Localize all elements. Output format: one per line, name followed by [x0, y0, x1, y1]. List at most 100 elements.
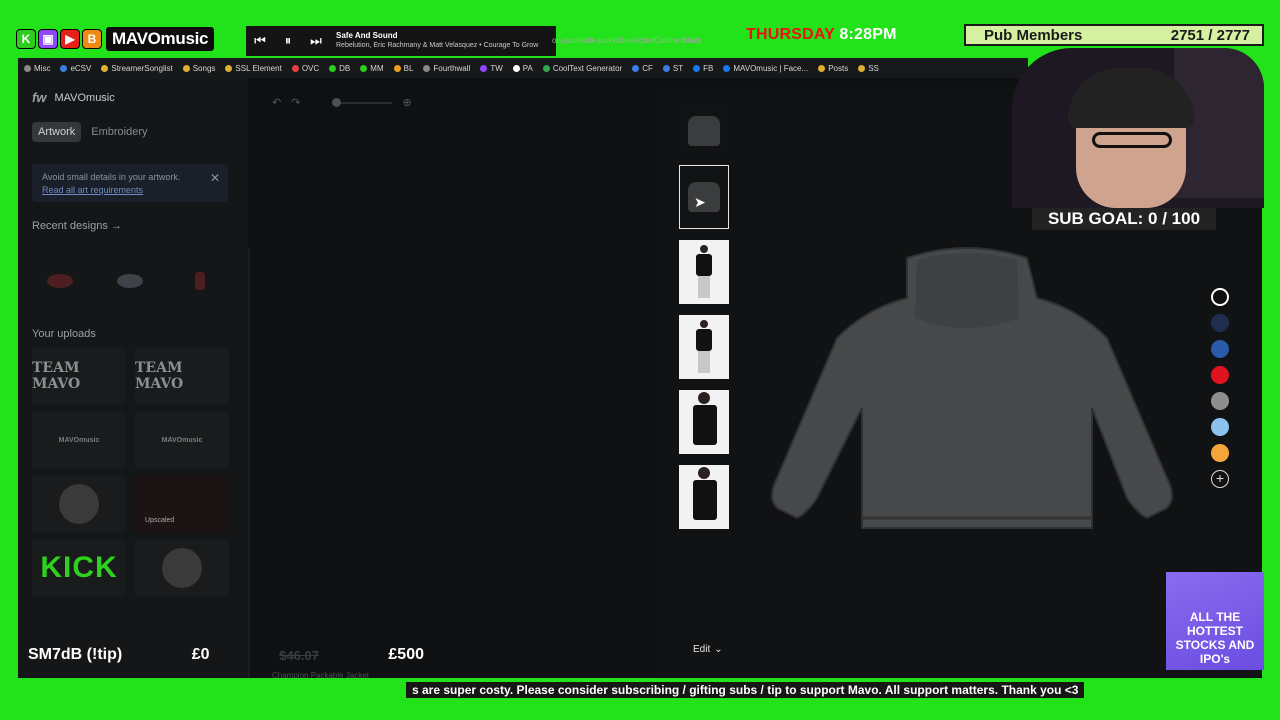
- uploads-grid: TEAM MAVO TEAM MAVO MAVOmusic MAVOmusic Upsc…: [32, 348, 232, 596]
- bookmark-favicon-icon: [818, 64, 826, 72]
- bookmark-item[interactable]: MAVOmusic | Face...: [723, 64, 808, 73]
- upload-item[interactable]: [135, 540, 229, 596]
- upscaled-badge: Upscaled: [145, 517, 175, 524]
- webcam-feed: [1012, 48, 1264, 208]
- upload-item[interactable]: [32, 476, 126, 532]
- bookmark-item[interactable]: StreamerSonglist: [101, 63, 173, 73]
- previous-track-icon[interactable]: ⏮: [246, 33, 274, 49]
- kick-icon: K: [16, 29, 36, 49]
- your-uploads-title: Your uploads: [32, 328, 96, 340]
- bookmark-favicon-icon: [858, 64, 866, 72]
- upload-item[interactable]: MAVOmusic: [32, 412, 126, 468]
- bookmark-label: StreamerSonglist: [111, 63, 173, 73]
- pub-members-counter: Pub Members 2751 / 2777: [964, 24, 1264, 46]
- song-title: Safe And Sound: [336, 31, 398, 40]
- edit-dropdown[interactable]: Edit ⌄: [693, 644, 723, 655]
- design-sidebar: fw MAVOmusic Artwork Embroidery Avoid sm…: [18, 78, 248, 690]
- thumbnail-back[interactable]: ➤: [679, 165, 729, 229]
- zoom-slider-knob[interactable]: [332, 97, 342, 107]
- bookmark-item[interactable]: Posts: [818, 64, 848, 73]
- jacket-back-preview: [771, 247, 1173, 529]
- thumbnail-front[interactable]: [679, 108, 729, 154]
- bookmark-favicon-icon: [360, 64, 368, 72]
- recent-design-thumb[interactable]: [172, 264, 228, 298]
- recent-designs-link[interactable]: Recent designs →: [32, 220, 122, 232]
- recent-design-thumb[interactable]: [32, 264, 88, 298]
- upload-label: KICK: [40, 551, 118, 584]
- bookmark-item[interactable]: PA: [512, 64, 533, 73]
- ticker-text: s are super costy. Please consider subsc…: [406, 682, 1085, 698]
- bookmark-item[interactable]: SS: [858, 64, 879, 73]
- bookmark-label: Songs: [192, 63, 216, 73]
- bookmark-item[interactable]: Misc: [24, 64, 50, 73]
- undo-icon[interactable]: ↶: [272, 96, 281, 109]
- bookmark-favicon-icon: [101, 64, 109, 72]
- tab-embroidery[interactable]: Embroidery: [85, 122, 153, 142]
- bookmark-label: Fourthwall: [433, 63, 471, 73]
- bookmark-item[interactable]: FB: [693, 64, 713, 73]
- bookmark-favicon-icon: [693, 64, 701, 72]
- zoom-in-icon[interactable]: ⊕: [402, 96, 411, 109]
- panel-divider: [248, 248, 250, 688]
- product-price: $46.07: [279, 647, 319, 663]
- pause-icon[interactable]: ⏸: [274, 33, 302, 49]
- stream-clock: THURSDAY 8:28PM: [746, 26, 897, 44]
- app-name: MAVOmusic: [54, 91, 115, 104]
- upload-item[interactable]: TEAM MAVO: [135, 348, 229, 404]
- thumbnail-model-front[interactable]: [679, 240, 729, 304]
- bookmark-item[interactable]: MM: [360, 64, 384, 73]
- bookmark-favicon-icon: [393, 64, 401, 72]
- chevron-down-icon: ⌄: [714, 644, 723, 655]
- tip-label: SM7dB (!tip): [28, 646, 123, 663]
- bookmark-label: ST: [672, 63, 684, 73]
- recent-designs: [32, 264, 228, 298]
- bookmark-item[interactable]: SSL Element: [225, 64, 282, 73]
- color-swatch-royal[interactable]: [1211, 340, 1229, 358]
- bookmark-favicon-icon: [329, 64, 337, 72]
- upload-item[interactable]: KICK: [32, 540, 126, 596]
- thumbnail-model-side[interactable]: [679, 315, 729, 379]
- bookmark-item[interactable]: CF: [632, 64, 653, 73]
- tip-current: £0: [191, 646, 210, 663]
- art-requirements-link[interactable]: Read all art requirements: [42, 185, 218, 195]
- fourthwall-logo: fw: [32, 90, 47, 105]
- upload-item[interactable]: MAVOmusic: [135, 412, 229, 468]
- clock-time: 8:28PM: [839, 26, 897, 43]
- notice-text: Avoid small details in your artwork.: [42, 172, 181, 182]
- color-swatch-grey[interactable]: [1211, 392, 1229, 410]
- zoom-slider[interactable]: [332, 97, 393, 107]
- recent-design-thumb[interactable]: [102, 264, 158, 298]
- color-swatch-red[interactable]: [1211, 366, 1229, 384]
- thumbnail-model-back[interactable]: [679, 465, 729, 529]
- bookmark-item[interactable]: CoolText Generator: [542, 64, 622, 73]
- bookmark-item[interactable]: Songs: [182, 63, 216, 73]
- pub-members-count: 2751 / 2777: [1170, 26, 1250, 44]
- bookmark-favicon-icon: [225, 64, 233, 72]
- add-color-icon[interactable]: +: [1211, 470, 1229, 488]
- upload-item[interactable]: TEAM MAVO: [32, 348, 126, 404]
- upload-item[interactable]: Upscaled: [135, 476, 229, 532]
- bookmark-item[interactable]: ST: [662, 63, 684, 73]
- bookmark-item[interactable]: DB: [329, 64, 350, 73]
- bookmark-item[interactable]: OVC: [291, 64, 319, 73]
- tab-artwork[interactable]: Artwork: [32, 122, 82, 142]
- bookmark-item[interactable]: TW: [480, 64, 503, 73]
- thumbnail-model-closeup[interactable]: [679, 390, 729, 454]
- color-swatch-light-blue[interactable]: [1211, 418, 1229, 436]
- color-swatches: +: [1208, 288, 1232, 496]
- color-swatch-black[interactable]: [1211, 288, 1229, 306]
- bookmark-item[interactable]: Fourthwall: [423, 64, 470, 73]
- arrow-right-icon: →: [110, 220, 122, 232]
- close-icon[interactable]: ✕: [210, 171, 220, 185]
- bookmark-item[interactable]: eCSV: [60, 64, 91, 73]
- next-track-icon[interactable]: ⏭: [302, 33, 330, 49]
- redo-icon[interactable]: ↷: [291, 96, 300, 109]
- now-playing: Safe And Sound Rebelution, Eric Rachmany…: [336, 31, 538, 51]
- color-swatch-orange[interactable]: [1211, 444, 1229, 462]
- color-swatch-navy[interactable]: [1211, 314, 1229, 332]
- bookmark-favicon-icon: [632, 64, 640, 72]
- bookmark-label: MAVOmusic | Face...: [733, 63, 809, 73]
- bookmark-favicon-icon: [480, 64, 488, 72]
- bookmark-label: BL: [403, 63, 414, 73]
- bookmark-item[interactable]: BL: [393, 63, 414, 73]
